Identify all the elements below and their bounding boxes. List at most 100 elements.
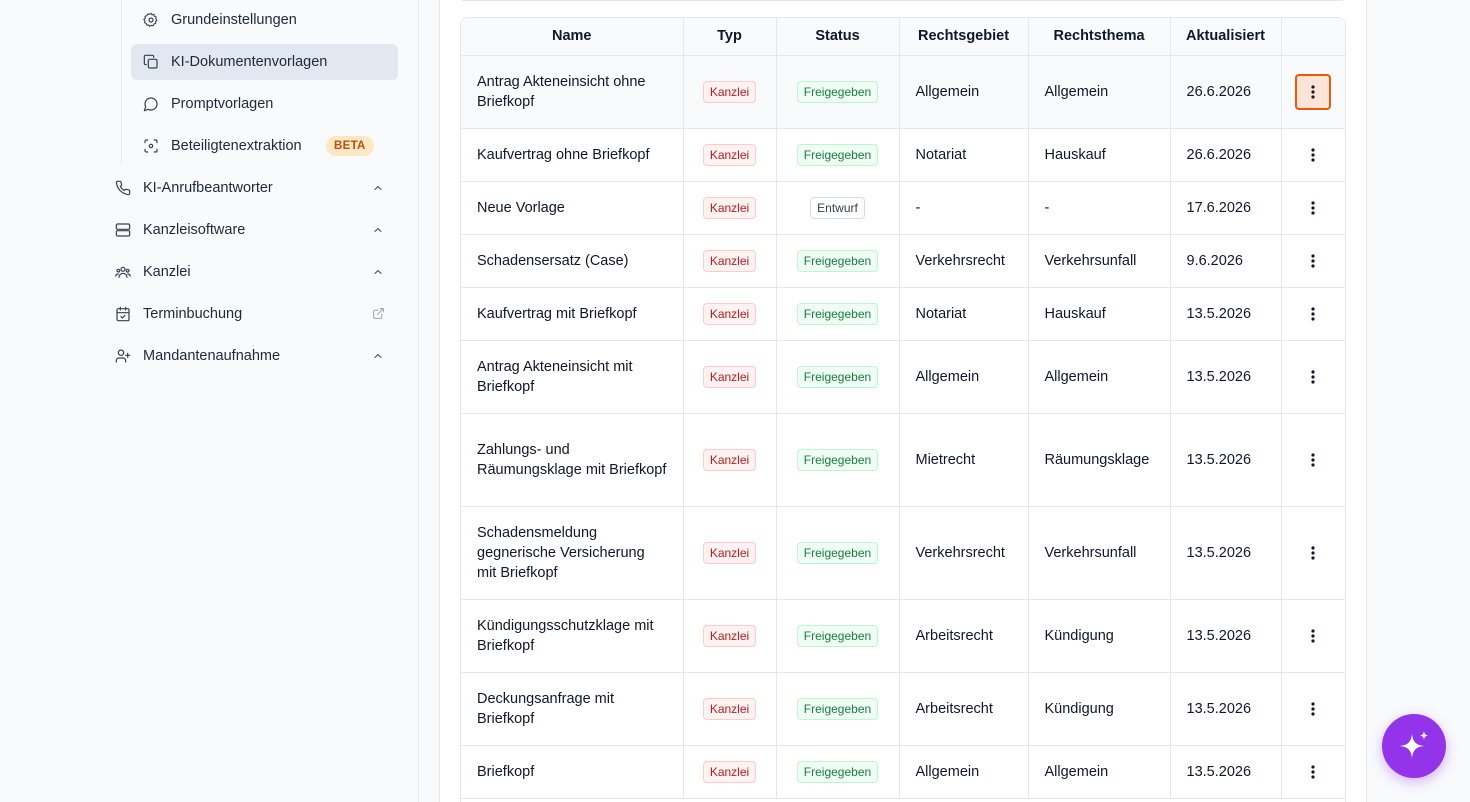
- cell-rechtsthema: Hauskauf: [1028, 128, 1171, 182]
- status-badge: Freigegeben: [796, 80, 879, 103]
- cell-rechtsthema: Allgemein: [1028, 55, 1171, 129]
- template-name[interactable]: Neue Vorlage: [477, 200, 565, 216]
- typ-badge: Kanzlei: [702, 196, 757, 219]
- cell-typ: Kanzlei: [683, 55, 777, 129]
- sidebar-item-mandantenaufnahme[interactable]: Mandantenaufnahme: [103, 338, 398, 374]
- cell-rechtsgebiet: Verkehrsrecht: [899, 234, 1029, 288]
- column-header-status[interactable]: Status: [776, 18, 900, 56]
- typ-badge: Kanzlei: [702, 541, 757, 564]
- cell-typ: Kanzlei: [683, 745, 777, 799]
- row-actions-button[interactable]: [1295, 754, 1331, 790]
- row-actions-button[interactable]: [1295, 137, 1331, 173]
- row-actions-button[interactable]: [1295, 442, 1331, 478]
- chat-bubble-icon: [143, 96, 159, 112]
- cell-name: Kaufvertrag ohne Briefkopf: [461, 128, 684, 182]
- row-actions-button[interactable]: [1295, 190, 1331, 226]
- column-header-typ[interactable]: Typ: [683, 18, 777, 56]
- sidebar-item-ki-dokumentenvorlagen[interactable]: KI-Dokumentenvorlagen: [131, 44, 398, 80]
- template-name[interactable]: Antrag Akteneinsicht ohne Briefkopf: [477, 74, 645, 110]
- cell-status: Freigegeben: [776, 745, 900, 799]
- row-actions-button[interactable]: [1295, 618, 1331, 654]
- sidebar-item-kanzleisoftware[interactable]: Kanzleisoftware: [103, 212, 398, 248]
- sidebar-item-label: KI-Dokumentenvorlagen: [171, 54, 328, 70]
- table-row[interactable]: Zahlungs- und Räumungsklage mit Briefkop…: [461, 413, 1345, 507]
- template-name[interactable]: Schadensersatz (Case): [477, 253, 629, 269]
- templates-table: Name Typ Status Rechtsgebiet Rechtsthema…: [460, 17, 1346, 802]
- template-name[interactable]: Antrag Akteneinsicht mit Briefkopf: [477, 359, 633, 395]
- calendar-icon: [115, 306, 131, 322]
- column-header-name[interactable]: Name: [461, 18, 684, 56]
- template-name[interactable]: Zahlungs- und Räumungsklage mit Briefkop…: [477, 442, 666, 478]
- typ-badge: Kanzlei: [702, 302, 757, 325]
- sidebar-item-beteiligtenextraktion[interactable]: Beteiligtenextraktion BETA: [131, 128, 398, 164]
- column-header-aktualisiert[interactable]: Aktualisiert: [1170, 18, 1282, 56]
- table-row[interactable]: Neue Vorlage Kanzlei Entwurf - -17.6.2026: [461, 181, 1345, 235]
- row-actions-button[interactable]: [1295, 73, 1332, 110]
- cell-name: Kaufvertrag mit Briefkopf: [461, 287, 684, 341]
- typ-badge: Kanzlei: [702, 365, 757, 388]
- cell-name: Zahlungs- und Räumungsklage mit Briefkop…: [461, 413, 684, 507]
- cell-rechtsthema: Kündigung: [1028, 672, 1171, 746]
- column-header-rechtsgebiet[interactable]: Rechtsgebiet: [899, 18, 1029, 56]
- cell-name: Neue Vorlage: [461, 181, 684, 235]
- cell-status: Freigegeben: [776, 128, 900, 182]
- typ-badge: Kanzlei: [702, 760, 757, 783]
- cell-name: Antrag Akteneinsicht mit Briefkopf: [461, 340, 684, 414]
- sidebar-item-ki-anrufbeantworter[interactable]: KI-Anrufbeantworter: [103, 170, 398, 206]
- divider: [462, 0, 1343, 1]
- more-vertical-icon: [1311, 200, 1315, 215]
- table-row[interactable]: Kündigungsschutzklage mit Briefkopf Kanzl…: [461, 599, 1345, 673]
- sidebar-item-terminbuchung[interactable]: Terminbuchung: [103, 296, 398, 332]
- sidebar-item-promptvorlagen[interactable]: Promptvorlagen: [131, 86, 398, 122]
- more-vertical-icon: [1311, 628, 1315, 643]
- row-actions-button[interactable]: [1295, 691, 1331, 727]
- template-name[interactable]: Deckungsanfrage mit Briefkopf: [477, 691, 614, 727]
- row-actions-button[interactable]: [1295, 243, 1331, 279]
- table-row[interactable]: Kaufvertrag mit Briefkopf Kanzlei Freigege…: [461, 287, 1345, 341]
- chevron-up-icon[interactable]: [372, 224, 384, 236]
- table-row[interactable]: Schadensersatz (Case) Kanzlei Freigegeben V…: [461, 234, 1345, 288]
- template-name[interactable]: Kündigungsschutzklage mit Briefkopf: [477, 618, 654, 654]
- cell-actions: [1281, 128, 1345, 182]
- row-actions-button[interactable]: [1295, 296, 1331, 332]
- template-name[interactable]: Schadensmeldung gegnerische Versicherung…: [477, 525, 645, 581]
- status-badge: Freigegeben: [796, 624, 879, 647]
- table-row[interactable]: Deckungsanfrage mit Briefkopf Kanzlei Frei…: [461, 672, 1345, 746]
- template-name[interactable]: Kaufvertrag ohne Briefkopf: [477, 147, 650, 163]
- sidebar: Grundeinstellungen KI-Dokumentenvorlagen…: [0, 0, 419, 802]
- sidebar-item-label: Mandantenaufnahme: [143, 348, 281, 364]
- chevron-up-icon[interactable]: [372, 266, 384, 278]
- more-vertical-icon: [1311, 84, 1315, 99]
- status-badge: Freigegeben: [796, 302, 879, 325]
- row-actions-button[interactable]: [1295, 535, 1331, 571]
- cell-typ: Kanzlei: [683, 413, 777, 507]
- more-vertical-icon: [1311, 253, 1315, 268]
- sidebar-item-grundeinstellungen[interactable]: Grundeinstellungen: [131, 2, 398, 38]
- table-row[interactable]: Schadensmeldung gegnerische Versicherung…: [461, 506, 1345, 600]
- cell-aktualisiert: 13.5.2026: [1170, 287, 1282, 341]
- table-row[interactable]: Antrag Akteneinsicht mit Briefkopf Kanzle…: [461, 340, 1345, 414]
- cell-actions: [1281, 181, 1345, 235]
- cell-name: Kündigungsschutzklage mit Briefkopf: [461, 599, 684, 673]
- cell-rechtsthema: Allgemein: [1028, 745, 1171, 799]
- template-name[interactable]: Briefkopf: [477, 764, 534, 780]
- typ-badge: Kanzlei: [702, 80, 757, 103]
- table-row[interactable]: Antrag Akteneinsicht ohne Briefkopf Kanzl…: [461, 55, 1345, 129]
- cell-typ: Kanzlei: [683, 287, 777, 341]
- more-vertical-icon: [1311, 545, 1315, 560]
- cell-typ: Kanzlei: [683, 506, 777, 600]
- chevron-up-icon[interactable]: [372, 350, 384, 362]
- sidebar-item-label: Promptvorlagen: [171, 96, 274, 112]
- template-name[interactable]: Kaufvertrag mit Briefkopf: [477, 306, 637, 322]
- gear-icon: [143, 12, 159, 28]
- more-vertical-icon: [1311, 369, 1315, 384]
- chevron-up-icon[interactable]: [372, 182, 384, 194]
- table-row[interactable]: Kaufvertrag ohne Briefkopf Kanzlei Freigeg…: [461, 128, 1345, 182]
- column-header-rechtsthema[interactable]: Rechtsthema: [1028, 18, 1171, 56]
- row-actions-button[interactable]: [1295, 359, 1331, 395]
- status-badge: Freigegeben: [796, 143, 879, 166]
- table-row[interactable]: Briefkopf Kanzlei Freigegeben Allgemein Allg…: [461, 745, 1345, 799]
- ai-assistant-button[interactable]: [1382, 714, 1446, 778]
- cell-rechtsgebiet: Arbeitsrecht: [899, 599, 1029, 673]
- sidebar-item-kanzlei[interactable]: Kanzlei: [103, 254, 398, 290]
